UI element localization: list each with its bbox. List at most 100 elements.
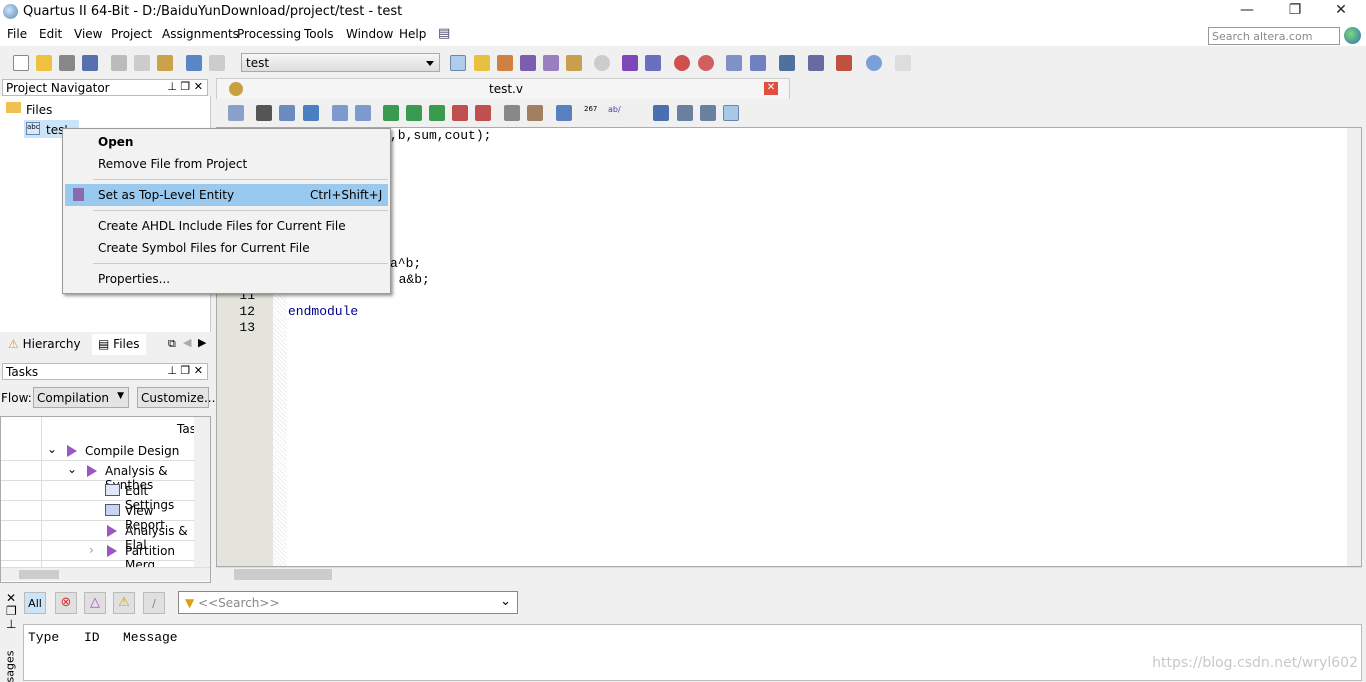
panel-controls[interactable]: ⊥ ❐ ✕ — [167, 80, 203, 93]
chip-icon[interactable] — [836, 55, 852, 71]
filter-warning-button[interactable]: ⚠ — [113, 592, 135, 614]
save-icon[interactable] — [59, 55, 75, 71]
filter-error-button[interactable]: ⊗ — [55, 592, 77, 614]
netlist-icon[interactable] — [450, 55, 466, 71]
entity-combo[interactable]: test — [241, 53, 440, 72]
globe-icon[interactable] — [1344, 27, 1361, 44]
comment-icon[interactable] — [895, 55, 911, 71]
files-root[interactable]: Files — [26, 103, 52, 117]
help-icon[interactable] — [866, 55, 882, 71]
design-partition-icon[interactable] — [566, 55, 582, 71]
find-icon[interactable] — [256, 105, 272, 121]
analysis-icon[interactable] — [645, 55, 661, 71]
paste-icon[interactable] — [157, 55, 173, 71]
tab-scroll-left[interactable]: ◀ — [183, 336, 191, 349]
expand-icon[interactable] — [700, 105, 716, 121]
editor-tab-test-v[interactable]: test.v ✕ — [216, 78, 790, 99]
attach-icon[interactable] — [504, 105, 520, 121]
timequest-icon[interactable] — [698, 55, 714, 71]
spelling-icon[interactable]: ab/ — [608, 105, 624, 121]
view-icon[interactable] — [723, 105, 739, 121]
editor-vertical-scrollbar[interactable] — [1347, 128, 1361, 566]
menu-window[interactable]: Window — [346, 27, 393, 41]
redo-icon[interactable] — [209, 55, 225, 71]
menu-item-open[interactable]: Open — [65, 131, 388, 153]
close-button[interactable]: ✕ — [1326, 2, 1356, 22]
menu-item-set-top-level[interactable]: Set as Top-Level Entity Ctrl+Shift+J — [65, 184, 388, 206]
pin-planner-icon[interactable] — [474, 55, 490, 71]
unindent-icon[interactable] — [355, 105, 371, 121]
tasks-vertical-scrollbar[interactable] — [194, 417, 210, 567]
programmer-icon[interactable] — [779, 55, 795, 71]
technology-viewer-icon[interactable] — [750, 55, 766, 71]
rtl-viewer-icon[interactable] — [726, 55, 742, 71]
task-view-report[interactable]: View Report — [1, 501, 194, 532]
insert-template-icon[interactable] — [228, 105, 244, 121]
cut-icon[interactable] — [111, 55, 127, 71]
task-edit-settings[interactable]: Edit Settings — [1, 481, 194, 512]
tab-scroll-right[interactable]: ▶ — [198, 336, 206, 349]
close-tab-icon[interactable]: ✕ — [764, 82, 778, 95]
filter-suppressed-button[interactable]: ∕ — [143, 592, 165, 614]
tab-hierarchy[interactable]: ⚠ Hierarchy — [2, 334, 87, 355]
filter-all-button[interactable]: All — [24, 592, 46, 614]
chip-planner-icon[interactable] — [543, 55, 559, 71]
panel-controls[interactable]: ✕ ❐ ⊥ — [6, 592, 17, 631]
menu-processing[interactable]: Processing — [237, 27, 301, 41]
menu-item-create-ahdl[interactable]: Create AHDL Include Files for Current Fi… — [65, 215, 388, 237]
editor-horizontal-scrollbar[interactable] — [216, 567, 1362, 581]
task-analysis-synthesis[interactable]: ⌄ Analysis & Synthes — [1, 461, 194, 492]
menu-help[interactable]: Help — [399, 27, 426, 41]
start-compilation-icon[interactable] — [622, 55, 638, 71]
panel-controls[interactable]: ⊥ ❐ ✕ — [167, 364, 203, 377]
open-icon[interactable] — [36, 55, 52, 71]
signaltap-icon[interactable] — [808, 55, 824, 71]
line-numbers-icon[interactable]: 267 — [584, 105, 600, 121]
menu-assignments[interactable]: Assignments — [162, 27, 239, 41]
wrap-icon[interactable] — [653, 105, 669, 121]
copy-icon[interactable] — [134, 55, 150, 71]
menu-item-properties[interactable]: Properties... — [65, 268, 388, 290]
replace-icon[interactable] — [279, 105, 295, 121]
stop-icon[interactable] — [594, 55, 610, 71]
save-all-icon[interactable] — [82, 55, 98, 71]
bookmark-icon[interactable] — [383, 105, 399, 121]
flow-select[interactable]: Compilation ▼ — [33, 387, 129, 408]
menu-edit[interactable]: Edit — [39, 27, 62, 41]
menu-tools[interactable]: Tools — [304, 27, 334, 41]
indent-icon[interactable] — [332, 105, 348, 121]
restore-button[interactable]: ❐ — [1280, 2, 1310, 22]
search-altera-input[interactable]: Search altera.com — [1208, 27, 1340, 45]
prev-bookmark-icon[interactable] — [429, 105, 445, 121]
message-search-input[interactable]: ▼ <<Search>> ⌄ — [178, 591, 518, 614]
filter-critical-warning-button[interactable]: △ — [84, 592, 106, 614]
tasks-horizontal-scrollbar[interactable] — [1, 567, 210, 581]
main-toolbar — [0, 51, 1366, 75]
task-analysis-elaboration[interactable]: Analysis & Elal — [1, 521, 194, 552]
design-units-icon[interactable]: ⧉ — [168, 337, 176, 351]
block-comment-icon[interactable] — [527, 105, 543, 121]
task-partition-merge[interactable]: › Partition Merg — [1, 541, 194, 572]
new-file-icon[interactable] — [13, 55, 29, 71]
timing-icon[interactable] — [674, 55, 690, 71]
next-bookmark-icon[interactable] — [406, 105, 422, 121]
collapse-icon[interactable] — [677, 105, 693, 121]
assignment-editor-icon[interactable] — [497, 55, 513, 71]
comment-icon[interactable]: ▤ — [438, 26, 450, 41]
undo-icon[interactable] — [186, 55, 202, 71]
settings-icon[interactable] — [520, 55, 536, 71]
menu-item-create-symbol[interactable]: Create Symbol Files for Current File — [65, 237, 388, 259]
task-compile-design[interactable]: ⌄ Compile Design — [1, 441, 194, 461]
menu-item-remove-file[interactable]: Remove File from Project — [65, 153, 388, 175]
menu-view[interactable]: View — [74, 27, 102, 41]
menu-project[interactable]: Project — [111, 27, 152, 41]
goto-icon[interactable] — [303, 105, 319, 121]
chevron-down-icon[interactable]: ⌄ — [500, 594, 511, 609]
clear-bookmark-icon[interactable] — [452, 105, 468, 121]
minimize-button[interactable]: — — [1232, 2, 1262, 22]
remove-bookmarks-icon[interactable] — [475, 105, 491, 121]
menu-file[interactable]: File — [7, 27, 27, 41]
customize-button[interactable]: Customize... — [137, 387, 215, 408]
check-syntax-icon[interactable] — [556, 105, 572, 121]
tab-files[interactable]: ▤ Files — [92, 334, 146, 355]
